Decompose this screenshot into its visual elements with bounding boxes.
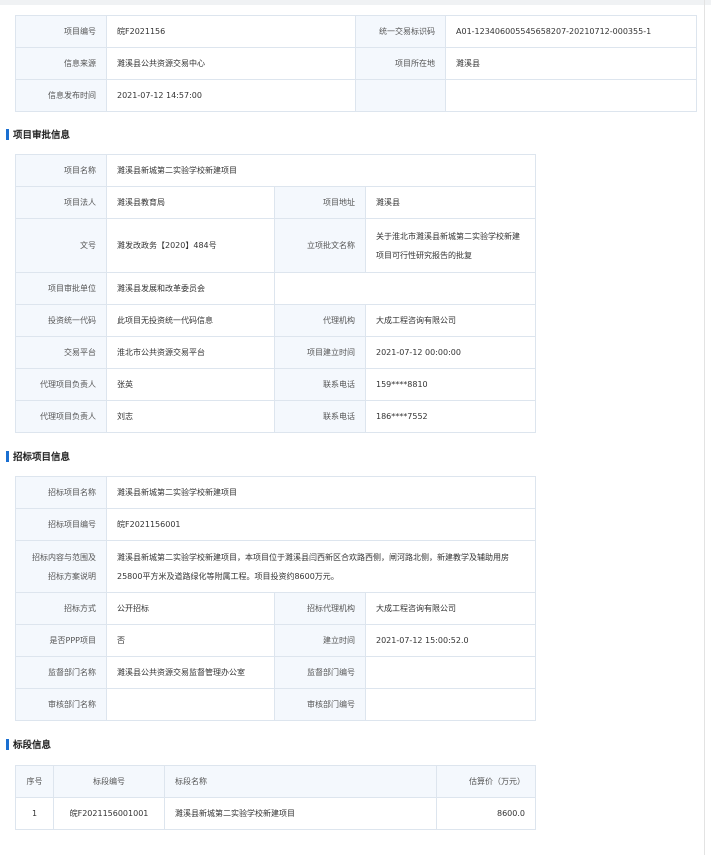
lots-table: 序号 标段编号 标段名称 估算价（万元） 1 皖F2021156001001 濉… [15, 765, 536, 830]
field-label: 招标内容与范围及招标方案说明 [15, 540, 107, 593]
field-label: 信息来源 [15, 47, 107, 80]
field-label: 招标项目编号 [15, 508, 107, 541]
field-label: 联系电话 [274, 368, 366, 401]
section-title-tender: 招标项目信息 [6, 451, 70, 465]
field-label: 项目法人 [15, 186, 107, 219]
field-label: 是否PPP项目 [15, 624, 107, 657]
lot-number: 皖F2021156001001 [53, 797, 165, 830]
empty-cell [445, 79, 697, 112]
column-header: 估算价（万元） [436, 765, 536, 798]
field-label: 审核部门编号 [274, 688, 366, 721]
field-label: 文号 [15, 218, 107, 273]
lot-estimate: 8600.0 [436, 797, 536, 830]
agent-lead: 张英 [106, 368, 275, 401]
field-label: 项目地址 [274, 186, 366, 219]
column-header: 标段名称 [164, 765, 437, 798]
field-label: 监督部门编号 [274, 656, 366, 689]
lot-name: 濉溪县新城第二实验学校新建项目 [164, 797, 437, 830]
field-label: 建立时间 [274, 624, 366, 657]
agency: 大成工程咨询有限公司 [365, 304, 536, 337]
project-location: 濉溪县 [445, 47, 697, 80]
field-label: 投资统一代码 [15, 304, 107, 337]
field-label: 审核部门名称 [15, 688, 107, 721]
project-address: 濉溪县 [365, 186, 536, 219]
section-marker [6, 739, 9, 750]
approval-unit: 濉溪县发展和改革委员会 [106, 272, 275, 305]
investment-code: 此项目无投资统一代码信息 [106, 304, 275, 337]
supervisor-number [365, 656, 536, 689]
contact-phone: 186****7552 [365, 400, 536, 433]
field-label: 联系电话 [274, 400, 366, 433]
field-label: 代理机构 [274, 304, 366, 337]
section-title-approval: 项目审批信息 [6, 129, 70, 143]
project-legal-person: 濉溪县教育局 [106, 186, 275, 219]
field-label: 招标代理机构 [274, 592, 366, 625]
created-time: 2021-07-12 15:00:52.0 [365, 624, 536, 657]
field-label: 招标方式 [15, 592, 107, 625]
tender-project-name: 濉溪县新城第二实验学校新建项目 [106, 476, 536, 509]
info-source: 濉溪县公共资源交易中心 [106, 47, 356, 80]
field-label: 项目审批单位 [15, 272, 107, 305]
basic-info-table: 项目编号 皖F2021156 统一交易标识码 A01-1234060055456… [15, 15, 697, 112]
is-ppp: 否 [106, 624, 275, 657]
project-name: 濉溪县新城第二实验学校新建项目 [106, 154, 536, 187]
field-label: 项目所在地 [355, 47, 446, 80]
empty-cell [274, 272, 536, 305]
scroll-edge [704, 0, 705, 855]
trade-platform: 淮北市公共资源交易平台 [106, 336, 275, 369]
reviewer-name [106, 688, 275, 721]
section-title-lots: 标段信息 [6, 739, 51, 753]
document-number: 濉发改政务【2020】484号 [106, 218, 275, 273]
table-row: 1 皖F2021156001001 濉溪县新城第二实验学校新建项目 8600.0 [15, 797, 536, 830]
section-marker [6, 451, 9, 462]
column-header: 标段编号 [53, 765, 165, 798]
tender-method: 公开招标 [106, 592, 275, 625]
contact-phone: 159****8810 [365, 368, 536, 401]
reviewer-number [365, 688, 536, 721]
tender-project-number: 皖F2021156001 [106, 508, 536, 541]
tender-agency: 大成工程咨询有限公司 [365, 592, 536, 625]
top-strip [0, 0, 711, 5]
field-label: 统一交易标识码 [355, 15, 446, 48]
approval-document-name: 关于淮北市濉溪县新城第二实验学校新建项目可行性研究报告的批复 [365, 218, 536, 273]
empty-cell [355, 79, 446, 112]
field-label: 招标项目名称 [15, 476, 107, 509]
field-label: 交易平台 [15, 336, 107, 369]
setup-time: 2021-07-12 00:00:00 [365, 336, 536, 369]
tender-table: 招标项目名称 濉溪县新城第二实验学校新建项目 招标项目编号 皖F20211560… [15, 476, 536, 721]
supervisor-name: 濉溪县公共资源交易监督管理办公室 [106, 656, 275, 689]
tender-scope: 濉溪县新城第二实验学校新建项目，本项目位于濉溪县闫西新区合欢路西侧，闸河路北侧，… [106, 540, 536, 593]
section-marker [6, 129, 9, 140]
field-label: 代理项目负责人 [15, 400, 107, 433]
project-number: 皖F2021156 [106, 15, 356, 48]
field-label: 监督部门名称 [15, 656, 107, 689]
field-label: 项目名称 [15, 154, 107, 187]
approval-table: 项目名称 濉溪县新城第二实验学校新建项目 项目法人 濉溪县教育局 项目地址 濉溪… [15, 154, 536, 433]
lot-index: 1 [15, 797, 54, 830]
field-label: 项目编号 [15, 15, 107, 48]
field-label: 代理项目负责人 [15, 368, 107, 401]
field-label: 立项批文名称 [274, 218, 366, 273]
field-label: 项目建立时间 [274, 336, 366, 369]
agent-lead: 刘志 [106, 400, 275, 433]
unified-trade-code: A01-123406005545658207-20210712-000355-1 [445, 15, 697, 48]
publish-time: 2021-07-12 14:57:00 [106, 79, 356, 112]
column-header: 序号 [15, 765, 54, 798]
field-label: 信息发布时间 [15, 79, 107, 112]
